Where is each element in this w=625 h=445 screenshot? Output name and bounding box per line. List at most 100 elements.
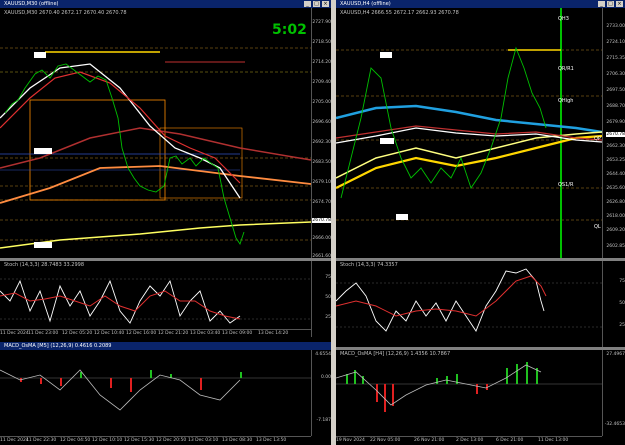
time-tick: 12 Dec 21:20: [158, 331, 189, 336]
price-tick: 2683.50: [312, 160, 331, 165]
macd-tick: -32.4653: [604, 422, 625, 427]
left-osc-scale: 75 50 25: [311, 261, 331, 337]
time-tick: 12 Dec 05:20: [62, 331, 93, 336]
time-tick: 13 Dec 08:30: [222, 438, 253, 443]
price-tick: 2688.70: [606, 104, 625, 109]
close-icon[interactable]: ×: [322, 1, 329, 7]
time-tick: 13 Dec 03:10: [188, 438, 219, 443]
price-tick: 2715.35: [606, 56, 625, 61]
osc-tick: 75: [619, 279, 625, 284]
time-tick: 11 Dec 2024: [0, 331, 29, 336]
time-tick: 11 Dec 23:00: [28, 331, 59, 336]
time-tick: 2 Dec 13:00: [456, 438, 484, 443]
macd-tick: 4.6554: [315, 352, 331, 357]
left-window-title: XAUUSD,M30 (offline): [4, 1, 59, 7]
price-tick: 2714.20: [312, 60, 331, 65]
minimize-icon[interactable]: _: [304, 1, 311, 7]
time-tick: 11 Dec 2024: [0, 438, 29, 443]
level-label: QS1/R: [558, 182, 574, 188]
left-macd-titlebar[interactable]: MACD_OsMA [M5] (12,26,9) 0.4616 0.2089: [0, 342, 331, 350]
left-time-axis: 11 Dec 2024 11 Dec 23:00 12 Dec 05:20 12…: [0, 329, 311, 338]
price-tick: 2674.70: [312, 200, 331, 205]
level-label: QR/R1: [558, 66, 574, 72]
macd-tick: 0.00: [320, 375, 331, 380]
time-tick: 19 Nov 2024: [336, 438, 365, 443]
left-macd-chart: [0, 369, 311, 411]
macd-tick: -7.187: [316, 418, 331, 423]
time-tick: 26 Nov 21:00: [414, 438, 445, 443]
price-tick: 2602.85: [606, 244, 625, 249]
price-tick: 2733.00: [606, 24, 625, 29]
time-tick: 11 Dec 22:30: [26, 438, 57, 443]
maximize-icon[interactable]: □: [313, 1, 320, 7]
current-price-tick: 2670.78: [312, 218, 331, 223]
current-price-tick: 2670.78: [606, 132, 625, 137]
price-tick: 2724.10: [606, 40, 625, 45]
right-chart-window[interactable]: XAUUSD,H4 (offline) _ □ × XAUUSD,H4 2666…: [336, 0, 625, 445]
right-window-titlebar[interactable]: XAUUSD,H4 (offline) _ □ ×: [336, 0, 625, 8]
price-tick: 2696.60: [312, 120, 331, 125]
level-label: QP: [594, 136, 601, 142]
time-tick: 12 Dec 10:10: [92, 438, 123, 443]
time-tick: 12 Dec 15:30: [124, 438, 155, 443]
right-window-title: XAUUSD,H4 (offline): [340, 1, 391, 7]
price-tick: 2679.90: [606, 120, 625, 125]
price-tick: 2609.20: [606, 228, 625, 233]
minimize-icon[interactable]: _: [598, 1, 605, 7]
time-tick: 13 Dec 09:00: [222, 331, 253, 336]
right-osc-scale: 75 50 25: [602, 261, 625, 347]
price-tick: 2697.50: [606, 88, 625, 93]
close-icon[interactable]: ×: [616, 1, 623, 7]
right-window-controls: _ □ ×: [598, 0, 623, 8]
price-tick: 2709.40: [312, 80, 331, 85]
price-tick: 2662.30: [606, 144, 625, 149]
right-oscillator-chart: [336, 268, 602, 332]
price-tick: 2727.90: [312, 20, 331, 25]
right-price-scale[interactable]: 2733.00 2724.10 2715.35 2706.30 2697.50 …: [602, 8, 625, 258]
price-tick: 2618.00: [606, 214, 625, 219]
time-tick: 13 Dec 14:20: [258, 331, 289, 336]
price-tick: 2692.30: [312, 140, 331, 145]
level-label: QHigh: [558, 98, 574, 104]
macd-tick: 27.4967: [606, 352, 625, 357]
osc-tick: 75: [325, 275, 331, 280]
level-label: QH3: [558, 16, 569, 22]
time-tick: 22 Nov 05:00: [370, 438, 401, 443]
right-macd-scale: 27.4967 -32.4653: [602, 350, 625, 436]
time-tick: 11 Dec 13:00: [538, 438, 569, 443]
time-tick: 12 Dec 04:50: [60, 438, 91, 443]
left-chart-window[interactable]: XAUUSD,M30 (offline) _ □ × XAUUSD,M30 26…: [0, 0, 331, 445]
price-tick: 2706.30: [606, 72, 625, 77]
osc-tick: 25: [619, 323, 625, 328]
price-tick: 2644.40: [606, 172, 625, 177]
time-tick: 12 Dec 20:50: [156, 438, 187, 443]
price-tick: 2653.25: [606, 158, 625, 163]
price-tick: 2679.10: [312, 180, 331, 185]
maximize-icon[interactable]: □: [607, 1, 614, 7]
price-tick: 2705.00: [312, 100, 331, 105]
osc-tick: 25: [325, 315, 331, 320]
left-macd-time-axis: 11 Dec 2024 11 Dec 22:30 12 Dec 04:50 12…: [0, 436, 311, 445]
price-tick: 2718.50: [312, 40, 331, 45]
left-oscillator-chart: [0, 278, 311, 324]
time-tick: 13 Dec 03:40: [190, 331, 221, 336]
price-tick: 2635.60: [606, 186, 625, 191]
left-price-chart[interactable]: [0, 8, 311, 266]
time-tick: 13 Dec 13:50: [256, 438, 287, 443]
left-macd-label: MACD_OsMA [M5] (12,26,9) 0.4616 0.2089: [4, 343, 112, 349]
left-window-titlebar[interactable]: XAUUSD,M30 (offline) _ □ ×: [0, 0, 331, 8]
left-price-scale[interactable]: 2727.90 2718.50 2714.20 2709.40 2705.00 …: [311, 8, 331, 266]
left-window-controls: _ □ ×: [304, 0, 329, 8]
price-tick: 2626.80: [606, 200, 625, 205]
right-macd-chart: [336, 362, 602, 412]
right-time-axis: 19 Nov 2024 22 Nov 05:00 26 Nov 21:00 2 …: [336, 436, 602, 445]
left-macd-scale: 4.6554 0.00 -7.187: [311, 350, 331, 436]
time-tick: 6 Dec 21:00: [496, 438, 524, 443]
right-price-chart[interactable]: [336, 8, 602, 258]
osc-tick: 50: [619, 301, 625, 306]
osc-tick: 50: [325, 295, 331, 300]
time-tick: 12 Dec 16:00: [126, 331, 157, 336]
time-tick: 12 Dec 10:40: [94, 331, 125, 336]
price-tick: 2666.00: [312, 236, 331, 241]
level-label: QL: [594, 224, 601, 230]
